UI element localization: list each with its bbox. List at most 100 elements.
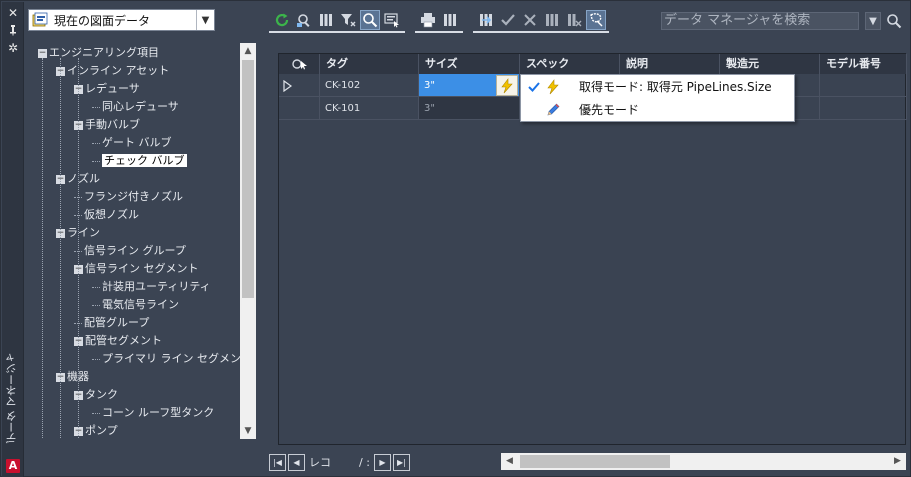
view-selector[interactable]: 現在の図面データ ▼ <box>28 9 215 31</box>
tree-node-label: プライマリ ライン セグメント <box>102 352 240 365</box>
tree-node-label: 手動バルブ <box>85 118 140 131</box>
tree-connector <box>92 143 100 144</box>
tree-node[interactable]: − 配管セグメント <box>74 332 162 349</box>
first-record-icon[interactable]: |◀ <box>269 453 286 471</box>
record-separator: / : <box>359 455 370 469</box>
pencil-icon <box>547 103 560 116</box>
close-icon[interactable]: ✕ <box>7 7 19 19</box>
drawing-data-icon <box>32 12 48 27</box>
cell-model[interactable] <box>820 97 907 120</box>
cell-tag[interactable]: CK-102 <box>320 74 419 97</box>
previous-record-icon[interactable]: ◀ <box>288 453 305 471</box>
cell-tag[interactable]: CK-101 <box>320 97 419 120</box>
column-header-manufacturer[interactable]: 製造元 <box>720 54 820 74</box>
filter-clear-icon[interactable] <box>338 10 358 30</box>
tree-node[interactable]: − 手動バルブ <box>74 116 140 133</box>
column-header-size[interactable]: サイズ <box>419 54 520 74</box>
tree-node[interactable]: 配管グループ <box>74 314 150 331</box>
menu-item-acquisition-mode[interactable]: 取得モード: 取得元 PipeLines.Size <box>521 76 794 98</box>
settings-icon[interactable]: ✲ <box>7 42 19 54</box>
tree-node[interactable]: コーン ルーフ型タンク <box>92 404 214 421</box>
select-icon[interactable] <box>382 10 402 30</box>
columns-settings-icon[interactable] <box>542 10 562 30</box>
refresh-icon[interactable] <box>272 10 292 30</box>
cell-size-editing[interactable]: 3" <box>419 74 520 97</box>
tree-node[interactable]: 電気信号ライン <box>92 296 179 313</box>
export-icon[interactable] <box>476 10 496 30</box>
scroll-thumb[interactable] <box>520 455 670 468</box>
scroll-right-icon[interactable]: ▶ <box>889 453 906 470</box>
toolbar-group-edit <box>473 9 609 33</box>
tree-node[interactable]: フランジ付きノズル <box>74 188 183 205</box>
cell-size-value: 3" <box>424 80 435 91</box>
tree-node[interactable]: 仮想ノズル <box>74 206 139 223</box>
tree-connector <box>92 161 100 162</box>
tree-guide-line <box>60 58 61 438</box>
grid-horizontal-scrollbar[interactable]: ◀ ▶ <box>501 453 906 470</box>
columns-remove-icon[interactable] <box>564 10 584 30</box>
cell-model[interactable] <box>820 74 907 97</box>
search-input[interactable]: データ マネージャを検索 <box>661 12 859 30</box>
tree-node-label: 同心レデューサ <box>102 100 179 113</box>
row-selector[interactable] <box>279 97 320 120</box>
tree-node[interactable]: − タンク <box>74 386 118 403</box>
tree-scrollbar[interactable]: ▲ ▼ <box>240 43 256 439</box>
tree-node[interactable]: − ポンプ <box>74 422 118 439</box>
tree-node[interactable]: 同心レデューサ <box>92 98 179 115</box>
tree-node[interactable]: チェック バルブ <box>92 152 187 169</box>
tree-node-label: 配管グループ <box>84 316 150 329</box>
column-header-model[interactable]: モデル番号 <box>820 54 907 74</box>
reject-icon[interactable] <box>520 10 540 30</box>
columns-icon[interactable] <box>316 10 336 30</box>
tree-node[interactable]: − レデューサ <box>74 80 140 97</box>
tree-node[interactable]: 信号ライン グループ <box>74 242 186 259</box>
zoom-to-icon[interactable] <box>294 10 314 30</box>
tree-node-label: フランジ付きノズル <box>84 190 183 203</box>
tree-node-label: 電気信号ライン <box>102 298 179 311</box>
cell-size[interactable]: 3" <box>419 97 520 120</box>
tree-connector <box>92 107 100 108</box>
tree-node-label: チェック バルブ <box>102 154 187 167</box>
current-row-icon <box>283 80 293 92</box>
pin-icon[interactable] <box>7 24 19 36</box>
next-record-icon[interactable]: ▶ <box>373 453 391 471</box>
row-selector[interactable] <box>279 74 320 97</box>
tree-node[interactable]: − 信号ライン セグメント <box>74 260 199 277</box>
tree-node[interactable]: − エンジニアリング項目 <box>38 44 159 61</box>
grid-icon[interactable] <box>440 10 460 30</box>
column-header-description[interactable]: 説明 <box>620 54 720 74</box>
menu-item-override-mode[interactable]: 優先モード <box>521 99 794 121</box>
scroll-thumb[interactable] <box>242 60 254 298</box>
column-header-tag[interactable]: タグ <box>320 54 419 74</box>
last-record-icon[interactable]: ▶| <box>392 453 410 471</box>
scroll-up-icon[interactable]: ▲ <box>240 43 256 59</box>
view-selector-value: 現在の図面データ <box>54 13 151 28</box>
record-label: レコ <box>309 456 331 469</box>
search-icon[interactable] <box>883 11 905 31</box>
chevron-down-icon[interactable]: ▼ <box>196 10 214 30</box>
record-navigator: |◀ ◀ レコ / : ▶ ▶| <box>269 453 412 471</box>
lightning-icon <box>501 77 513 93</box>
tree-node-label: 計装用ユーティリティ <box>102 280 211 293</box>
accept-icon[interactable] <box>498 10 518 30</box>
check-icon <box>528 82 540 92</box>
select-all-header[interactable] <box>279 54 320 74</box>
scroll-left-icon[interactable]: ◀ <box>501 453 518 470</box>
tree-node[interactable]: プライマリ ライン セグメント <box>92 350 240 367</box>
tree-node-label: タンク <box>85 388 118 401</box>
lasso-icon[interactable] <box>586 10 606 30</box>
tree-node-label: 信号ライン セグメント <box>85 262 199 275</box>
scroll-down-icon[interactable]: ▼ <box>240 423 256 439</box>
tree-node-label: レデューサ <box>85 82 140 95</box>
search-zoom-icon[interactable] <box>360 10 380 30</box>
tree-node[interactable]: ゲート バルブ <box>92 134 172 151</box>
column-header-spec[interactable]: スペック <box>520 54 620 74</box>
search-options-chevron-icon[interactable]: ▼ <box>865 12 881 30</box>
print-icon[interactable] <box>418 10 438 30</box>
tree-connector <box>92 305 100 306</box>
collapse-icon[interactable]: − <box>38 48 47 58</box>
acquisition-button[interactable] <box>496 75 518 96</box>
tree-node[interactable]: 計装用ユーティリティ <box>92 278 211 295</box>
tree-node[interactable]: − インライン アセット <box>56 62 169 79</box>
lightning-icon <box>547 79 559 95</box>
